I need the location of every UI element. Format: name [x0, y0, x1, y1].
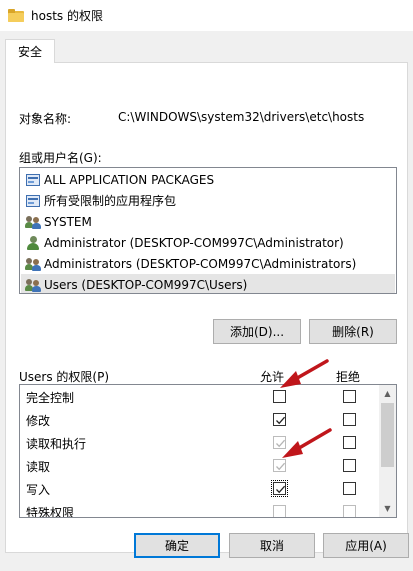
apply-button[interactable]: 应用(A): [323, 533, 409, 558]
deny-checkbox[interactable]: [343, 390, 356, 403]
list-item-label: SYSTEM: [44, 214, 92, 229]
group-user-list[interactable]: ALL APPLICATION PACKAGES 所有受限制的应用程序包 SYS…: [19, 167, 397, 294]
allow-checkbox[interactable]: [273, 436, 286, 449]
package-icon: [25, 193, 41, 209]
checkmark-icon: [276, 439, 286, 448]
permission-name: 读取: [26, 460, 51, 474]
list-item-label: Users (DESKTOP-COM997C\Users): [44, 277, 248, 292]
permission-name: 读取和执行: [26, 437, 87, 451]
list-item-label: Administrators (DESKTOP-COM997C\Administ…: [44, 256, 357, 271]
deny-checkbox[interactable]: [343, 459, 356, 472]
allow-checkbox[interactable]: [273, 413, 286, 426]
allow-column-header: 允许: [260, 370, 285, 384]
allow-checkbox[interactable]: [271, 480, 288, 497]
remove-button[interactable]: 删除(R): [309, 319, 397, 344]
deny-checkbox[interactable]: [343, 505, 356, 517]
list-item-label: ALL APPLICATION PACKAGES: [44, 172, 215, 187]
window-title: hosts 的权限: [31, 9, 103, 23]
package-icon: [25, 172, 41, 188]
permissions-scrollbar[interactable]: ▲ ▼: [379, 385, 396, 517]
allow-checkbox[interactable]: [273, 459, 286, 472]
object-name-value: C:\WINDOWS\system32\drivers\etc\hosts: [118, 110, 365, 124]
checkmark-icon: [276, 462, 286, 471]
permission-name: 修改: [26, 414, 51, 428]
list-item[interactable]: Administrators (DESKTOP-COM997C\Administ…: [21, 253, 395, 274]
checkmark-icon: [276, 416, 286, 425]
list-item-selected[interactable]: Users (DESKTOP-COM997C\Users): [21, 274, 395, 293]
scroll-down-arrow-icon[interactable]: ▼: [379, 500, 396, 517]
scroll-up-arrow-icon[interactable]: ▲: [379, 385, 396, 402]
allow-checkbox[interactable]: [273, 505, 286, 517]
list-item[interactable]: 所有受限制的应用程序包: [21, 190, 395, 211]
security-panel: 对象名称: C:\WINDOWS\system32\drivers\etc\ho…: [5, 62, 408, 553]
permission-row: 修改: [20, 408, 379, 431]
checkmark-icon: [276, 485, 286, 494]
allow-checkbox[interactable]: [273, 390, 286, 403]
permission-name: 写入: [26, 483, 51, 497]
tab-security-label: 安全: [17, 45, 42, 59]
permission-row: 读取: [20, 454, 379, 477]
deny-checkbox[interactable]: [343, 413, 356, 426]
group-list-label: 组或用户名(G):: [19, 151, 102, 165]
permission-row: 写入: [20, 477, 379, 500]
add-button[interactable]: 添加(D)...: [213, 319, 301, 344]
list-item-label: Administrator (DESKTOP-COM997C\Administr…: [44, 235, 344, 250]
permission-name: 特殊权限: [26, 506, 75, 518]
permission-row: 特殊权限: [20, 500, 379, 518]
group-icon: [25, 214, 41, 230]
list-item-label: 所有受限制的应用程序包: [44, 194, 177, 208]
object-name-label: 对象名称:: [19, 112, 72, 126]
dialog-client: 安全 对象名称: C:\WINDOWS\system32\drivers\etc…: [0, 31, 413, 571]
deny-column-header: 拒绝: [336, 370, 361, 384]
ok-button[interactable]: 确定: [134, 533, 220, 558]
scroll-thumb[interactable]: [381, 403, 394, 467]
permissions-list: 完全控制 修改 读取和执行 读取 写入 特殊权限 ▲ ▼: [19, 384, 397, 518]
tab-strip: 安全: [0, 31, 413, 63]
tab-security[interactable]: 安全: [5, 39, 55, 63]
deny-checkbox[interactable]: [343, 436, 356, 449]
list-item[interactable]: Administrator (DESKTOP-COM997C\Administr…: [21, 232, 395, 253]
user-icon: [25, 235, 41, 251]
group-icon: [25, 277, 41, 293]
permission-row: 完全控制: [20, 385, 379, 408]
permission-row: 读取和执行: [20, 431, 379, 454]
permissions-label: Users 的权限(P): [19, 370, 110, 384]
title-bar: hosts 的权限: [0, 0, 413, 31]
group-icon: [25, 256, 41, 272]
permission-name: 完全控制: [26, 391, 75, 405]
deny-checkbox[interactable]: [343, 482, 356, 495]
folder-icon: [8, 9, 24, 22]
list-item[interactable]: ALL APPLICATION PACKAGES: [21, 169, 395, 190]
list-item[interactable]: SYSTEM: [21, 211, 395, 232]
cancel-button[interactable]: 取消: [229, 533, 315, 558]
